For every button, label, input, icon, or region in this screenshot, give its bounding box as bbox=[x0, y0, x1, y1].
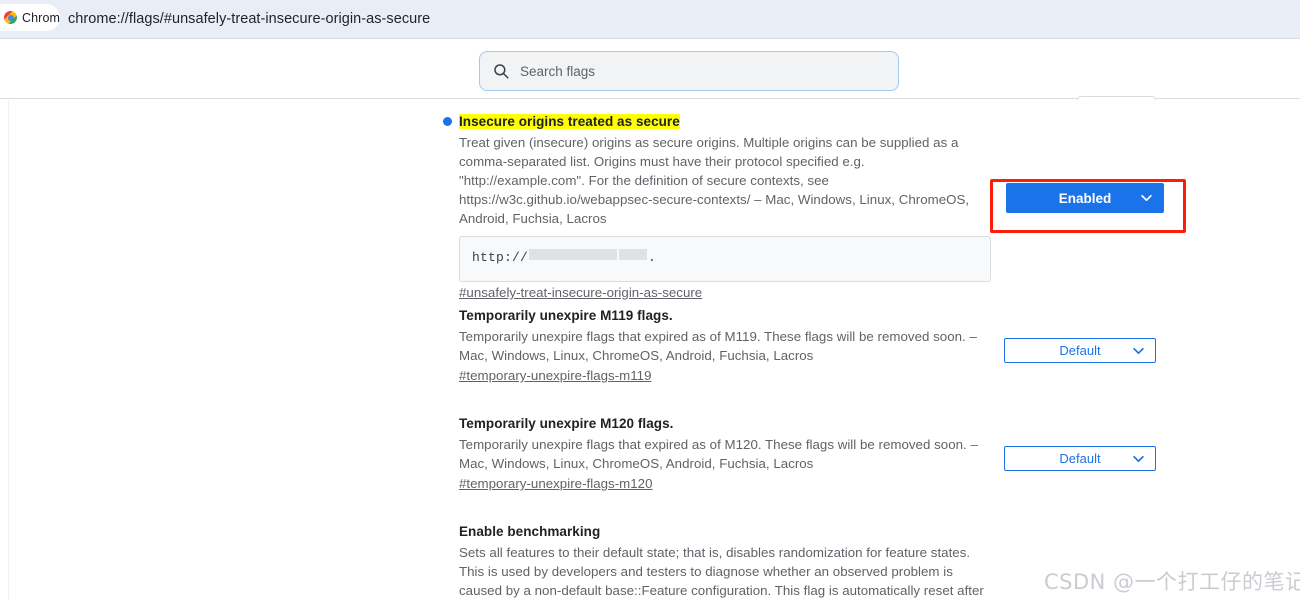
flags-list: Insecure origins treated as secure Treat… bbox=[0, 100, 1300, 600]
left-divider bbox=[8, 100, 9, 600]
redacted-origin-block bbox=[619, 249, 648, 260]
flag-text-block: Enable benchmarking Sets all features to… bbox=[459, 522, 991, 600]
flags-header: Reset all bbox=[0, 39, 1300, 126]
browser-tab[interactable]: Chrome bbox=[0, 4, 60, 31]
flag-title-text: Temporarily unexpire M120 flags. bbox=[459, 416, 674, 431]
chevron-down-icon bbox=[1133, 455, 1144, 462]
chevron-down-icon bbox=[1133, 347, 1144, 354]
flag-description: Sets all features to their default state… bbox=[459, 545, 984, 598]
origin-list-input[interactable]: http://. bbox=[459, 236, 991, 282]
search-icon bbox=[494, 64, 509, 79]
flag-description: Temporarily unexpire flags that expired … bbox=[459, 437, 978, 471]
flag-permalink-link[interactable]: #unsafely-treat-insecure-origin-as-secur… bbox=[459, 285, 702, 300]
flag-select-value: Enabled bbox=[1058, 190, 1112, 206]
flag-text-block: Insecure origins treated as secure Treat… bbox=[443, 112, 991, 302]
flag-description: Temporarily unexpire flags that expired … bbox=[459, 329, 977, 363]
chrome-icon bbox=[4, 11, 17, 24]
redacted-origin-block bbox=[529, 249, 618, 260]
flag-title: Temporarily unexpire M119 flags. bbox=[459, 306, 991, 325]
flag-title: Enable benchmarking bbox=[459, 522, 991, 541]
flag-title-text: Enable benchmarking bbox=[459, 524, 601, 539]
browser-toolbar: Chrome chrome://flags/#unsafely-treat-in… bbox=[0, 0, 1300, 39]
flag-permalink-link[interactable]: #temporary-unexpire-flags-m120 bbox=[459, 476, 653, 491]
flag-title: Insecure origins treated as secure bbox=[443, 112, 991, 131]
browser-tab-title: Chrome bbox=[22, 10, 60, 25]
flag-permalink-link[interactable]: #temporary-unexpire-flags-m119 bbox=[459, 368, 652, 383]
flag-title: Temporarily unexpire M120 flags. bbox=[459, 414, 991, 433]
flag-description: Treat given (insecure) origins as secure… bbox=[459, 135, 970, 226]
origin-input-scheme: http:// bbox=[472, 250, 529, 265]
flag-title-text: Insecure origins treated as secure bbox=[459, 114, 680, 129]
flag-select-m119[interactable]: Default bbox=[1004, 338, 1156, 363]
search-box[interactable] bbox=[479, 51, 899, 91]
search-input[interactable] bbox=[520, 63, 886, 79]
flag-text-block: Temporarily unexpire M120 flags. Tempora… bbox=[459, 414, 991, 493]
flag-text-block: Temporarily unexpire M119 flags. Tempora… bbox=[459, 306, 991, 385]
flag-marker-dot-icon bbox=[443, 117, 452, 126]
flag-select-insecure-origins[interactable]: Enabled bbox=[1006, 183, 1164, 213]
flag-title-text: Temporarily unexpire M119 flags. bbox=[459, 308, 673, 323]
origin-input-tail: . bbox=[648, 250, 656, 265]
address-bar-url[interactable]: chrome://flags/#unsafely-treat-insecure-… bbox=[68, 0, 430, 39]
flag-select-m120[interactable]: Default bbox=[1004, 446, 1156, 471]
chevron-down-icon bbox=[1141, 194, 1152, 202]
